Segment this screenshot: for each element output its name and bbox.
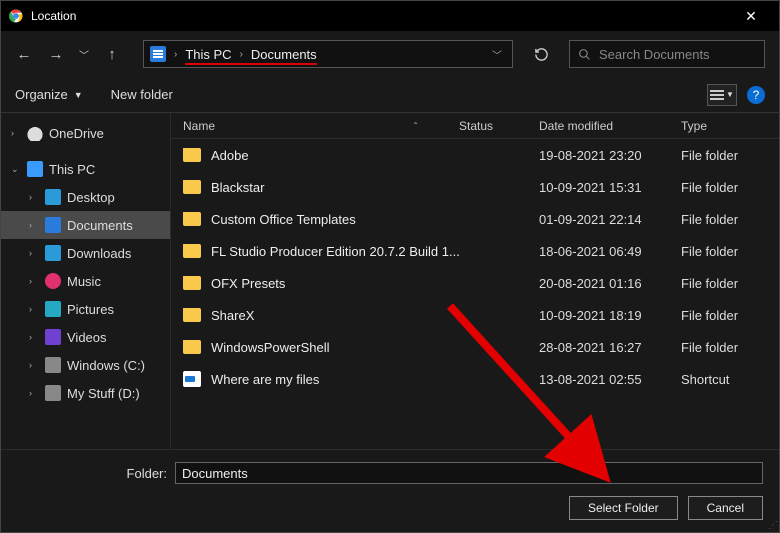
file-row[interactable]: WindowsPowerShell 28-08-2021 16:27File fo… [171,331,779,363]
chevron-right-icon: › [240,49,243,60]
file-name: Blackstar [211,180,264,195]
footer: Folder: Select Folder Cancel ⋰ [1,449,779,532]
downloads-icon [45,245,61,261]
breadcrumb-bar[interactable]: › This PC › Documents ﹀ [143,40,513,68]
folder-icon [183,212,201,226]
file-type: File folder [681,340,779,355]
close-button[interactable]: ✕ [731,8,771,25]
back-button[interactable]: ← [15,46,33,63]
file-row[interactable]: Where are my files 13-08-2021 02:55Shortc… [171,363,779,395]
tree-thispc[interactable]: ⌄This PC [1,155,170,183]
file-type: File folder [681,276,779,291]
drive-icon [45,357,61,373]
folder-icon [183,244,201,258]
pictures-icon [45,301,61,317]
search-input[interactable]: Search Documents [569,40,765,68]
file-row[interactable]: Adobe 19-08-2021 23:20File folder [171,139,779,171]
file-date: 10-09-2021 18:19 [539,308,681,323]
file-type: File folder [681,244,779,259]
file-type: File folder [681,148,779,163]
file-date: 18-06-2021 06:49 [539,244,681,259]
nav-bar: ← → ﹀ ↑ › This PC › Documents ﹀ Search D… [1,31,779,77]
folder-input[interactable] [175,462,763,484]
desktop-icon [45,189,61,205]
tree-pictures[interactable]: ›Pictures [1,295,170,323]
history-dropdown[interactable]: ﹀ [79,47,89,62]
select-folder-button[interactable]: Select Folder [569,496,678,520]
titlebar: Location ✕ [1,1,779,31]
refresh-button[interactable] [527,40,555,68]
file-date: 19-08-2021 23:20 [539,148,681,163]
folder-icon [183,180,201,194]
file-name: WindowsPowerShell [211,340,330,355]
window-title: Location [31,9,731,23]
tree-documents[interactable]: ›Documents [1,211,170,239]
nav-tree: ›OneDrive ⌄This PC ›Desktop ›Documents ›… [1,113,171,449]
folder-icon [183,308,201,322]
file-list: Name⌃ Status Date modified Type Adobe 19-… [171,113,779,449]
file-type: File folder [681,308,779,323]
file-date: 13-08-2021 02:55 [539,372,681,387]
breadcrumb-root[interactable]: This PC [185,47,231,62]
forward-button[interactable]: → [47,46,65,63]
view-mode-button[interactable]: ▼ [707,84,737,106]
tree-downloads[interactable]: ›Downloads [1,239,170,267]
pc-icon [27,161,43,177]
videos-icon [45,329,61,345]
tree-videos[interactable]: ›Videos [1,323,170,351]
shortcut-icon [183,371,201,387]
file-name: Custom Office Templates [211,212,356,227]
chrome-icon [9,9,23,23]
file-type: File folder [681,180,779,195]
cloud-icon [27,125,43,141]
tree-music[interactable]: ›Music [1,267,170,295]
tree-onedrive[interactable]: ›OneDrive [1,119,170,147]
file-name: Where are my files [211,372,319,387]
new-folder-button[interactable]: New folder [111,87,173,102]
breadcrumb-current[interactable]: Documents [251,47,317,62]
folder-icon [183,340,201,354]
file-date: 28-08-2021 16:27 [539,340,681,355]
file-type: Shortcut [681,372,779,387]
file-row[interactable]: Blackstar 10-09-2021 15:31File folder [171,171,779,203]
file-row[interactable]: ShareX 10-09-2021 18:19File folder [171,299,779,331]
folder-icon [183,276,201,290]
file-row[interactable]: Custom Office Templates 01-09-2021 22:14F… [171,203,779,235]
file-row[interactable]: FL Studio Producer Edition 20.7.2 Build … [171,235,779,267]
breadcrumb-dropdown[interactable]: ﹀ [492,47,506,62]
chevron-right-icon: › [174,49,177,60]
up-button[interactable]: ↑ [103,46,121,63]
toolbar: Organize▼ New folder ▼ ? [1,77,779,113]
search-placeholder: Search Documents [599,47,710,62]
body-area: ›OneDrive ⌄This PC ›Desktop ›Documents ›… [1,113,779,449]
file-name: Adobe [211,148,249,163]
folder-label: Folder: [17,466,167,481]
music-icon [45,273,61,289]
file-name: ShareX [211,308,254,323]
search-icon [578,48,591,61]
organize-menu[interactable]: Organize▼ [15,87,83,102]
file-date: 20-08-2021 01:16 [539,276,681,291]
documents-icon [45,217,61,233]
file-name: OFX Presets [211,276,285,291]
tree-ddrive[interactable]: ›My Stuff (D:) [1,379,170,407]
help-button[interactable]: ? [747,86,765,104]
tree-cdrive[interactable]: ›Windows (C:) [1,351,170,379]
file-type: File folder [681,212,779,227]
drive-icon [45,385,61,401]
file-date: 01-09-2021 22:14 [539,212,681,227]
folder-icon [183,148,201,162]
sort-asc-icon: ⌃ [412,121,419,130]
cancel-button[interactable]: Cancel [688,496,763,520]
column-headers[interactable]: Name⌃ Status Date modified Type [171,113,779,139]
documents-icon [150,46,166,62]
file-date: 10-09-2021 15:31 [539,180,681,195]
file-row[interactable]: OFX Presets 20-08-2021 01:16File folder [171,267,779,299]
file-name: FL Studio Producer Edition 20.7.2 Build … [211,244,459,259]
resize-grip[interactable]: ⋰ [768,520,776,531]
tree-desktop[interactable]: ›Desktop [1,183,170,211]
dialog-window: Location ✕ ← → ﹀ ↑ › This PC › Documents… [0,0,780,533]
